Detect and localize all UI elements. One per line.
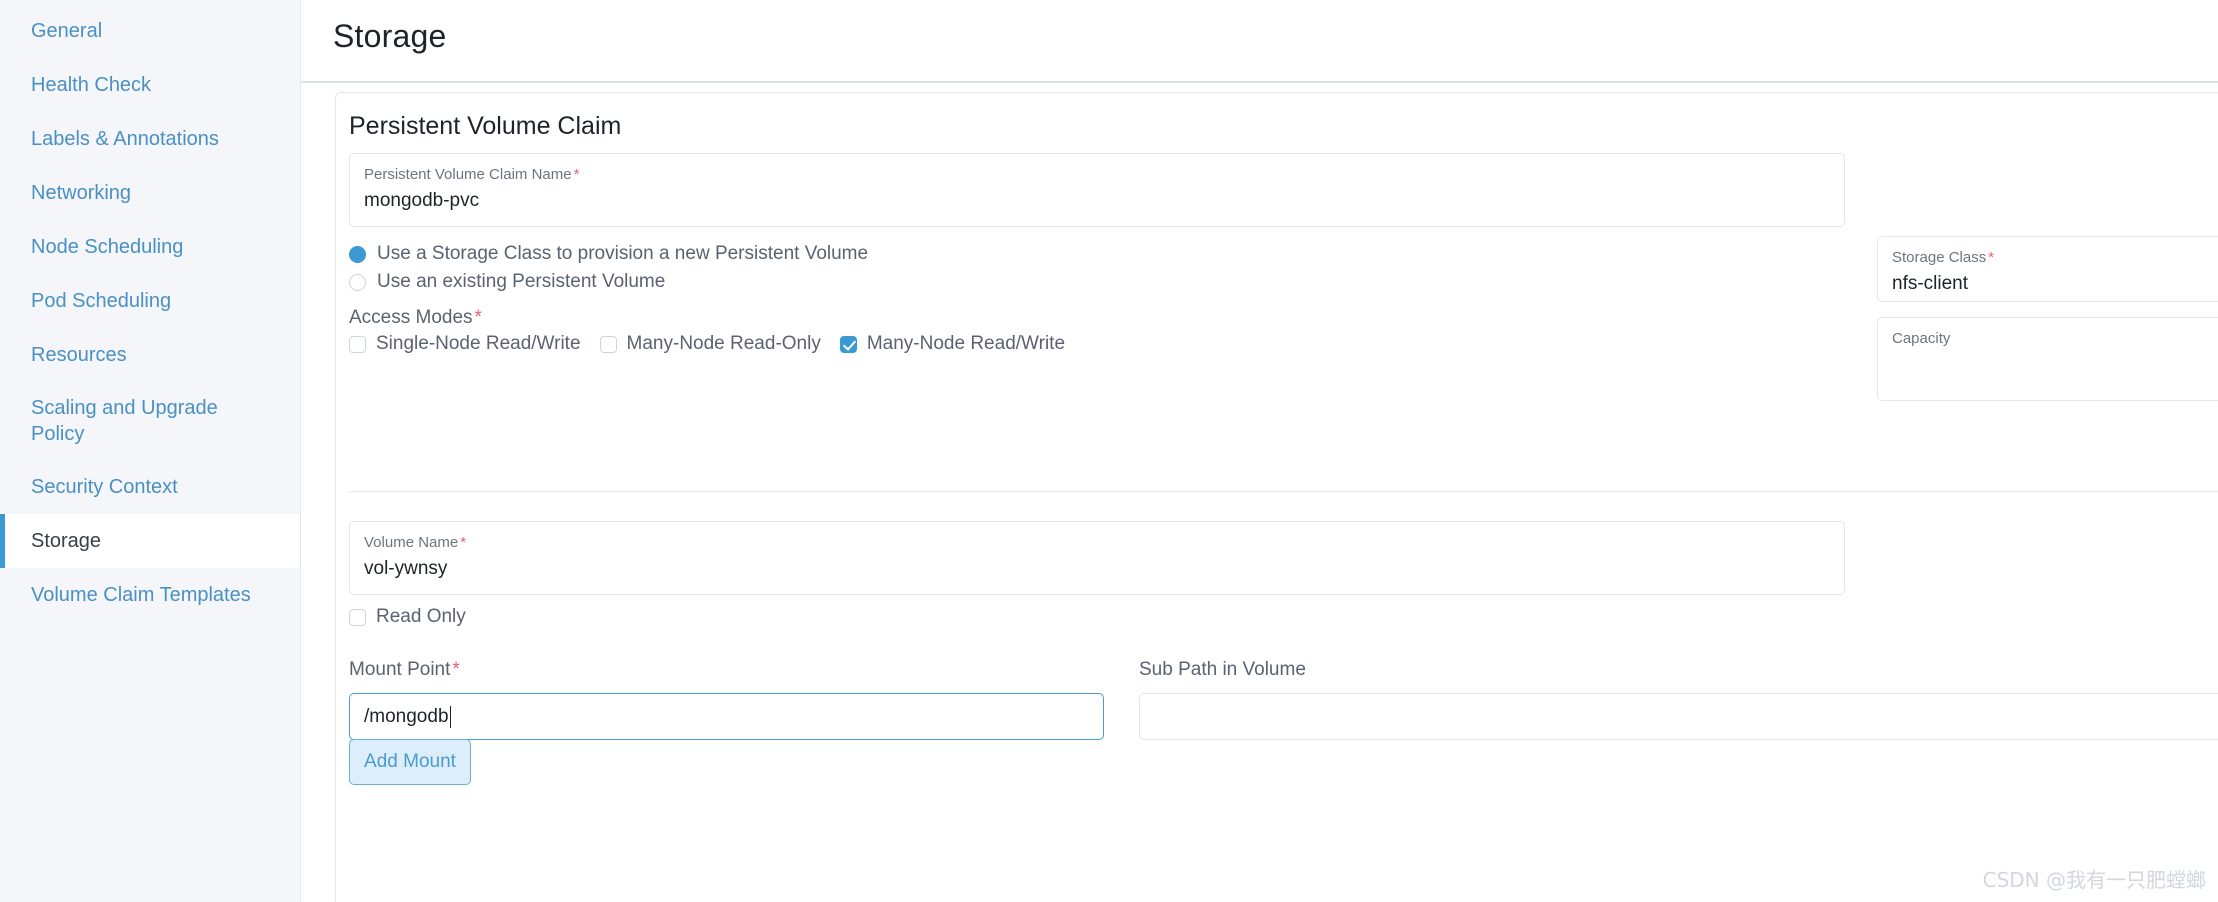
sidebar-item-label: Health Check <box>31 74 152 96</box>
sidebar-item-label: Networking <box>31 182 132 204</box>
sidebar-item-label: Volume Claim Templates <box>31 584 251 606</box>
card-title: Persistent Volume Claim <box>349 112 622 140</box>
sidebar-item-security-context[interactable]: Security Context <box>0 460 300 514</box>
sidebar-item-label: Node Scheduling <box>31 236 184 258</box>
sidebar-item-label: Pod Scheduling <box>31 290 172 312</box>
watermark: CSDN @我有一只肥螳螂 <box>1982 868 2206 892</box>
header-divider <box>301 81 2218 83</box>
sub-path-group: Sub Path in Volume <box>1139 658 2218 740</box>
pvc-name-value: mongodb-pvc <box>364 190 480 211</box>
sub-path-label: Sub Path in Volume <box>1139 659 1306 680</box>
text-cursor <box>449 705 451 728</box>
sidebar-item-volume-claim-templates[interactable]: Volume Claim Templates <box>0 568 300 622</box>
checkbox-many-node-read-write-label: Many-Node Read/Write <box>866 333 1066 354</box>
add-mount-button[interactable]: Add Mount <box>349 739 471 785</box>
access-modes-options: Single-Node Read/Write Many-Node Read-On… <box>349 333 1084 355</box>
checkbox-single-node-read-write-label: Single-Node Read/Write <box>376 333 581 354</box>
radio-use-storage-class[interactable]: Use a Storage Class to provision a new P… <box>349 243 868 265</box>
sidebar-item-labels-annotations[interactable]: Labels & Annotations <box>0 112 300 166</box>
storage-settings-page: General Health Check Labels & Annotations N… <box>0 0 2218 902</box>
checkbox-many-node-read-only-label: Many-Node Read-Only <box>626 333 821 354</box>
volume-name-field[interactable]: Volume Name * vol-ywnsy <box>349 521 1845 595</box>
radio-use-storage-class-label: Use a Storage Class to provision a new P… <box>377 243 869 264</box>
storage-class-label: Storage Class * <box>1892 249 2218 267</box>
sidebar-item-general[interactable]: General <box>0 4 300 58</box>
access-modes-block: Access Modes * Single-Node Read/Write Man… <box>349 306 1084 355</box>
mount-point-input[interactable]: /mongodb <box>349 693 1104 740</box>
required-asterisk: * <box>474 307 482 328</box>
required-asterisk: * <box>1988 249 1995 266</box>
sidebar-item-pod-scheduling[interactable]: Pod Scheduling <box>0 274 300 328</box>
mount-point-group: Mount Point * /mongodb <box>349 658 1104 740</box>
capacity-label: Capacity <box>1892 330 1951 347</box>
sidebar-item-resources[interactable]: Resources <box>0 328 300 382</box>
radio-use-existing-pv-label: Use an existing Persistent Volume <box>377 271 666 292</box>
storage-class-label-text: Storage Class <box>1892 249 1987 266</box>
volume-name-label-text: Volume Name <box>364 534 459 551</box>
checkbox-many-node-read-only[interactable]: Many-Node Read-Only <box>599 333 821 355</box>
storage-class-field[interactable]: Storage Class * nfs-client <box>1877 236 2218 302</box>
checkbox-single-node-read-write[interactable]: Single-Node Read/Write <box>349 333 581 355</box>
radio-use-existing-pv[interactable]: Use an existing Persistent Volume <box>349 271 665 293</box>
sidebar-item-networking[interactable]: Networking <box>0 166 300 220</box>
pvc-name-label: Persistent Volume Claim Name * <box>364 166 1830 184</box>
mount-point-value: /mongodb <box>364 705 449 727</box>
pvc-name-label-text: Persistent Volume Claim Name <box>364 166 572 183</box>
access-modes-label-text: Access Modes <box>349 307 473 328</box>
sub-path-input[interactable] <box>1139 693 2218 740</box>
required-asterisk: * <box>460 534 467 551</box>
checkbox-checked-icon <box>839 335 857 353</box>
sidebar-item-label: Scaling and Upgrade Policy <box>31 397 218 445</box>
radio-selected-icon <box>349 245 366 263</box>
mount-point-label: Mount Point * <box>349 658 1104 682</box>
section-divider <box>349 491 2218 492</box>
access-modes-label: Access Modes * <box>349 306 1084 330</box>
page-title: Storage <box>333 18 447 54</box>
checkbox-read-only[interactable]: Read Only <box>349 606 466 628</box>
sidebar-item-label: Security Context <box>31 476 178 498</box>
capacity-field[interactable]: Capacity <box>1877 317 2218 401</box>
sidebar-item-scaling-and-upgrade-policy[interactable]: Scaling and Upgrade Policy <box>0 382 300 460</box>
sidebar-item-label: General <box>31 20 103 42</box>
storage-class-value: nfs-client <box>1892 273 1969 294</box>
checkbox-unchecked-icon <box>599 335 617 353</box>
sidebar-item-label: Storage <box>31 530 102 552</box>
required-asterisk: * <box>573 166 580 183</box>
radio-unselected-icon <box>349 273 366 291</box>
settings-sidebar: General Health Check Labels & Annotations N… <box>0 0 301 902</box>
checkbox-read-only-label: Read Only <box>376 606 466 627</box>
persistent-volume-claim-card: Persistent Volume Claim Persistent Volum… <box>335 92 2218 902</box>
sidebar-item-storage[interactable]: Storage <box>0 514 300 568</box>
mount-point-label-text: Mount Point <box>349 659 451 680</box>
sidebar-item-label: Labels & Annotations <box>31 128 219 150</box>
sidebar-item-health-check[interactable]: Health Check <box>0 58 300 112</box>
checkbox-unchecked-icon <box>349 608 366 626</box>
sidebar-item-label: Resources <box>31 344 127 366</box>
sidebar-item-node-scheduling[interactable]: Node Scheduling <box>0 220 300 274</box>
main-content: Storage Persistent Volume Claim Persiste… <box>301 0 2218 902</box>
volume-name-label: Volume Name * <box>364 534 1830 552</box>
pvc-name-field[interactable]: Persistent Volume Claim Name * mongodb-pv… <box>349 153 1845 227</box>
checkbox-many-node-read-write[interactable]: Many-Node Read/Write <box>839 333 1066 355</box>
required-asterisk: * <box>452 659 460 680</box>
volume-name-value: vol-ywnsy <box>364 558 448 579</box>
checkbox-unchecked-icon <box>349 335 366 353</box>
